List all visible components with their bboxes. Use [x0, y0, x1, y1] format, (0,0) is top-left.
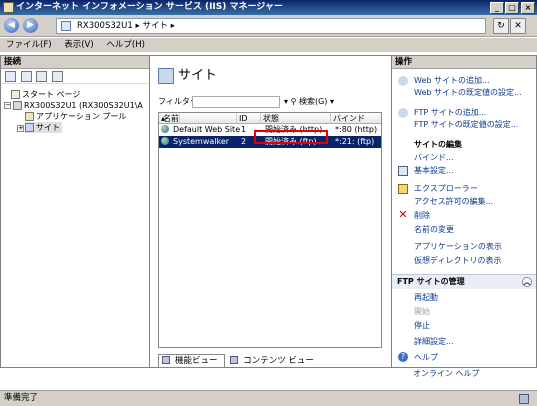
- restart-link[interactable]: 再起動: [414, 292, 438, 303]
- add-web-site-icon: [398, 76, 408, 86]
- delete-link[interactable]: 削除: [414, 210, 430, 221]
- column-id[interactable]: ID: [237, 113, 261, 124]
- sites-list: 名前 ▴ ID 状態 バインド Default Web Site 1 開始済み …: [158, 112, 382, 348]
- connect-icon[interactable]: [5, 71, 16, 82]
- edit-site-heading: サイトの編集: [414, 140, 462, 149]
- tab-features-view[interactable]: 機能ビュー: [158, 354, 225, 368]
- search-button[interactable]: ▾ ⚲ 検索(G) ▾: [284, 94, 334, 110]
- connections-header: 接続: [1, 56, 149, 69]
- sites-large-icon: [158, 67, 174, 84]
- tree-server[interactable]: RX300S32U1 (RX300S32U1\A: [13, 100, 143, 111]
- folder-icon: [398, 184, 408, 194]
- menu-help[interactable]: ヘルプ(H): [106, 40, 145, 50]
- stop-link[interactable]: 停止: [414, 320, 430, 331]
- iis-app-icon: [3, 2, 14, 13]
- start-page-icon: [11, 90, 20, 99]
- menu-file[interactable]: ファイル(F): [6, 40, 52, 50]
- column-status[interactable]: 状態: [261, 113, 331, 124]
- delete-icon: ✕: [398, 208, 408, 221]
- view-applications-link[interactable]: アプリケーションの表示: [414, 241, 502, 252]
- advanced-settings-link[interactable]: 詳細設定...: [414, 336, 454, 347]
- features-view-icon: [162, 356, 170, 364]
- menu-bar: ファイル(F) 表示(V) ヘルプ(H): [0, 38, 537, 52]
- expand-icon[interactable]: +: [17, 125, 24, 132]
- back-button[interactable]: ◀: [4, 18, 19, 33]
- basic-settings-link[interactable]: 基本設定...: [414, 165, 454, 176]
- bindings-link[interactable]: バインド...: [414, 152, 454, 163]
- maximize-button[interactable]: □: [505, 2, 519, 14]
- ftp-manage-group: FTP サイトの管理 ︿: [392, 274, 536, 289]
- filter-input[interactable]: [192, 96, 280, 108]
- column-binding[interactable]: バインド: [331, 113, 381, 124]
- title-bar: インターネット インフォメーション サービス (IIS) マネージャー _ □ …: [0, 0, 537, 15]
- explore-link[interactable]: エクスプローラー: [414, 183, 478, 194]
- content-view-icon: [230, 356, 239, 364]
- help-link[interactable]: ヘルプ: [414, 352, 438, 363]
- window-title: インターネット インフォメーション サービス (IIS) マネージャー: [16, 2, 283, 12]
- status-text: 準備完了: [4, 393, 39, 403]
- actions-panel: 操作 Web サイトの追加... Web サイトの既定値の設定... FTP サ…: [391, 55, 537, 368]
- app-pool-icon: [25, 112, 34, 121]
- globe-icon: [161, 125, 169, 133]
- globe-icon: [161, 137, 169, 145]
- sites-content: サイト フィルター: ▾ ⚲ 検索(G) ▾ 名前 ▴ ID 状態 バインド D…: [150, 55, 391, 368]
- tree-sites[interactable]: サイト: [25, 122, 62, 133]
- basic-settings-icon: [398, 166, 408, 176]
- collapse-chevron-icon[interactable]: ︿: [522, 277, 532, 287]
- edit-permissions-link[interactable]: アクセス許可の編集...: [414, 196, 493, 207]
- add-ftp-site-icon: [398, 108, 408, 118]
- save-icon[interactable]: [20, 71, 32, 82]
- tree-app-pools[interactable]: アプリケーション プール: [25, 111, 126, 122]
- connections-panel: 接続 スタート ページ − RX300S32U1 (RX300S32U1\A ア…: [0, 55, 150, 368]
- address-bar[interactable]: RX300S32U1 ▸ サイト ▸: [56, 18, 486, 34]
- web-site-defaults-link[interactable]: Web サイトの既定値の設定...: [414, 87, 522, 98]
- forward-button[interactable]: ▶: [23, 18, 38, 33]
- collapse-icon[interactable]: −: [4, 102, 11, 109]
- help-icon: ?: [398, 352, 408, 362]
- filter-bar: フィルター: ▾ ⚲ 検索(G) ▾: [158, 94, 382, 110]
- sites-icon: [25, 123, 34, 132]
- tree-start-page[interactable]: スタート ページ: [11, 89, 80, 100]
- view-virtual-directories-link[interactable]: 仮想ディレクトリの表示: [414, 255, 501, 266]
- list-header: 名前 ▴ ID 状態 バインド: [159, 113, 381, 124]
- up-icon[interactable]: [36, 71, 48, 82]
- stop-icon[interactable]: ✕: [510, 18, 526, 34]
- menu-view[interactable]: 表示(V): [64, 40, 93, 50]
- tab-content-view[interactable]: コンテンツ ビュー: [227, 355, 320, 367]
- close-button[interactable]: ×: [521, 2, 535, 14]
- add-web-site-link[interactable]: Web サイトの追加...: [414, 75, 490, 86]
- search-icon: ⚲: [290, 97, 297, 106]
- navigation-bar: ◀ ▶ RX300S32U1 ▸ サイト ▸ ↻ ✕: [0, 15, 537, 37]
- ftp-site-defaults-link[interactable]: FTP サイトの既定値の設定...: [414, 119, 518, 130]
- connections-toolbar: [1, 69, 149, 84]
- address-path: RX300S32U1 ▸ サイト ▸: [77, 21, 175, 31]
- status-highlight-box: [254, 130, 328, 144]
- start-link: 開始: [414, 307, 430, 316]
- add-ftp-site-link[interactable]: FTP サイトの追加...: [414, 107, 486, 118]
- view-tabs: 機能ビュー コンテンツ ビュー: [158, 354, 320, 368]
- minimize-button[interactable]: _: [490, 2, 504, 14]
- disconnect-icon[interactable]: [52, 71, 64, 82]
- status-bar: 準備完了: [0, 390, 537, 406]
- page-icon: [61, 21, 71, 31]
- actions-header: 操作: [392, 56, 536, 69]
- online-help-link[interactable]: オンライン ヘルプ: [413, 368, 480, 379]
- server-icon: [13, 101, 22, 110]
- refresh-icon[interactable]: ↻: [493, 18, 509, 34]
- page-title: サイト: [158, 64, 217, 84]
- rename-link[interactable]: 名前の変更: [414, 224, 454, 235]
- column-name[interactable]: 名前 ▴: [159, 113, 237, 124]
- connection-status-icon: [519, 394, 529, 404]
